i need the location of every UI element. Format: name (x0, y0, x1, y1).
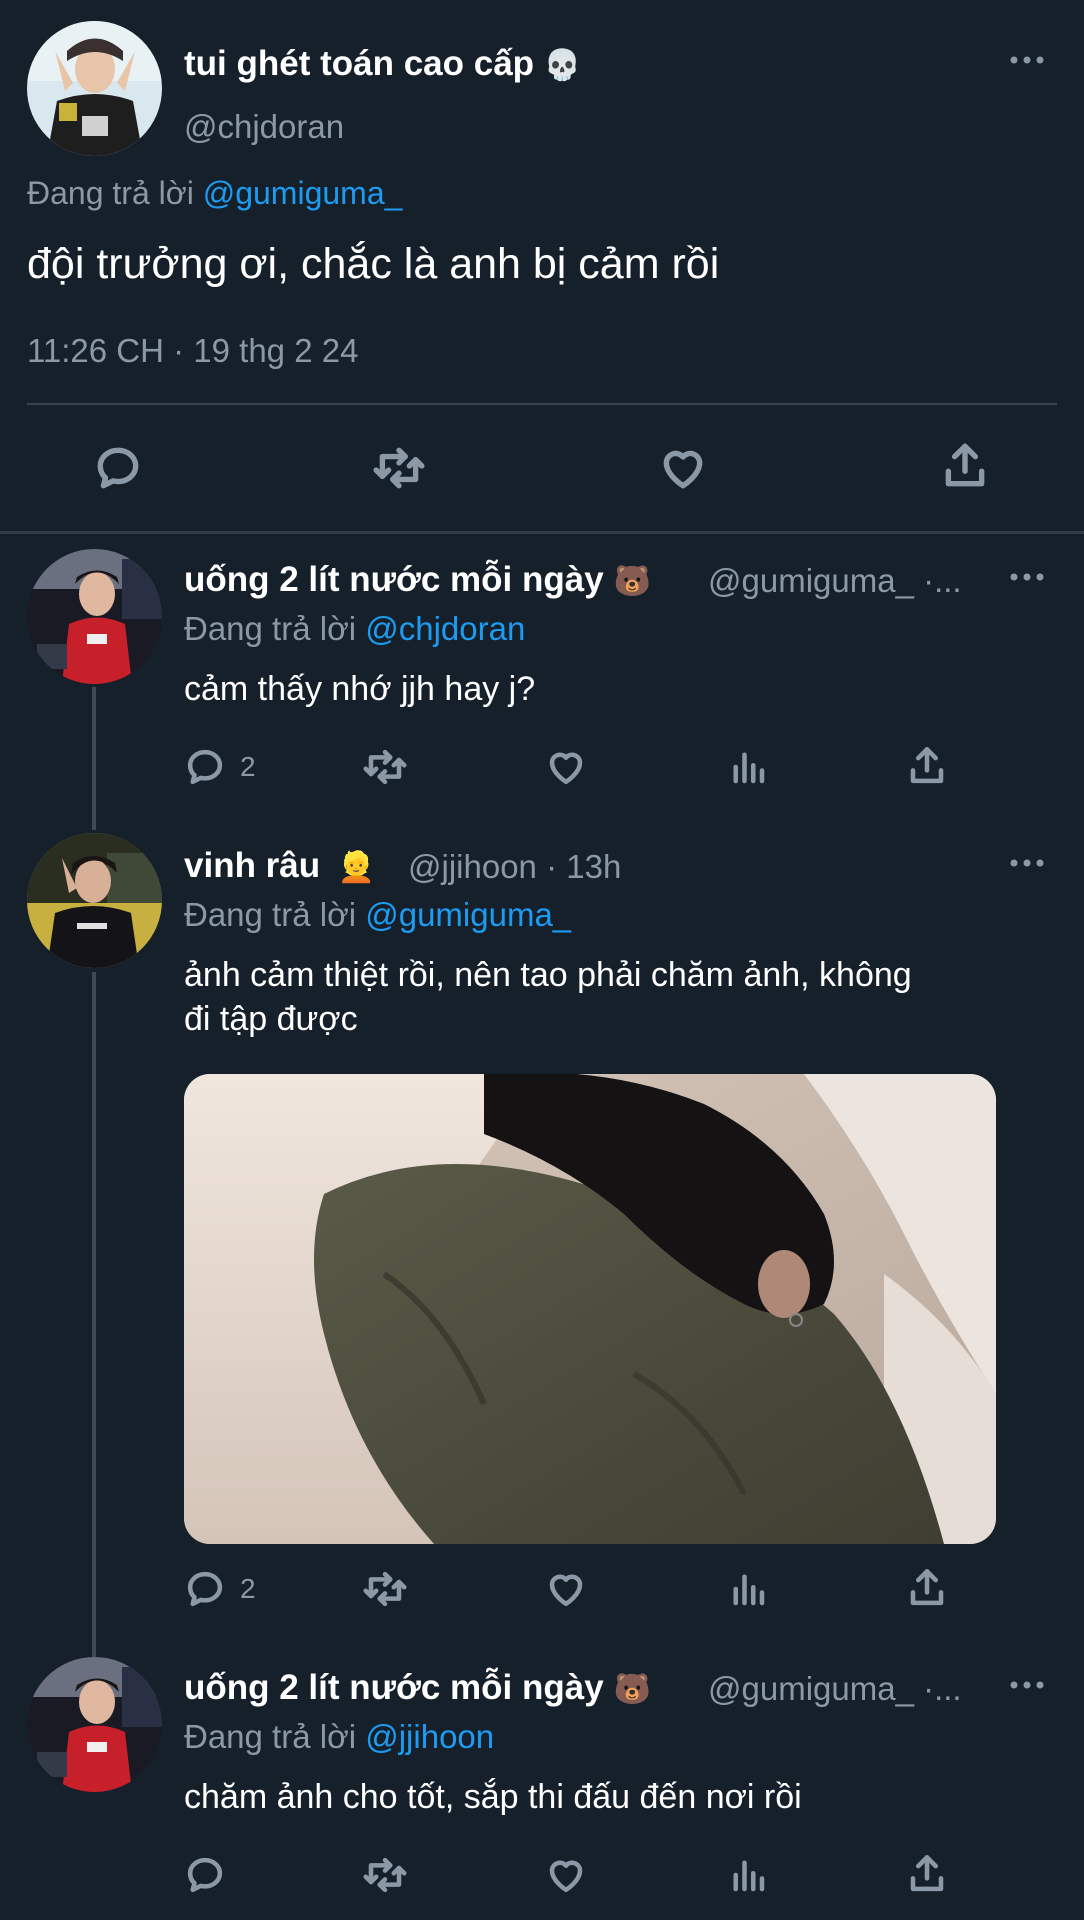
replying-prefix: Đang trả lời (184, 896, 366, 933)
author-handle[interactable]: @jjihoon · 13h (408, 848, 621, 886)
replying-to-link[interactable]: @gumiguma_ (365, 896, 571, 933)
replying-to: Đang trả lời @jjihoon (184, 1718, 494, 1756)
like-icon[interactable] (545, 1854, 587, 1896)
views-icon[interactable] (727, 1854, 769, 1896)
section-divider (0, 531, 1084, 534)
tweet-photo[interactable] (184, 1074, 996, 1544)
share-icon[interactable] (906, 1852, 948, 1896)
share-icon[interactable] (940, 440, 990, 492)
more-options-icon[interactable] (1010, 1680, 1044, 1690)
tweet-text-line: ảnh cảm thiệt rồi, nên tao phải chăm ảnh… (184, 956, 912, 994)
bear-emoji-icon: 🐻 (613, 1673, 651, 1706)
like-icon[interactable] (658, 443, 708, 493)
author-name-text: vinh râu (184, 846, 321, 885)
author-name-text: uống 2 lít nước mỗi ngày (184, 560, 604, 599)
avatar[interactable] (27, 549, 162, 684)
bear-emoji-icon: 🐻 (613, 565, 651, 598)
tweet-text: đội trưởng ơi, chắc là anh bị cảm rồi (27, 240, 720, 288)
views-icon[interactable] (727, 1568, 769, 1610)
reply-icon[interactable] (184, 746, 226, 788)
person-emoji-icon: 👱 (337, 851, 376, 884)
avatar[interactable] (27, 1657, 162, 1792)
author-name[interactable]: tui ghét toán cao cấp 💀 (184, 44, 581, 84)
retweet-icon[interactable] (362, 1568, 408, 1610)
avatar[interactable] (27, 833, 162, 968)
like-icon[interactable] (545, 1568, 587, 1610)
tweet-timestamp[interactable]: 11:26 CH · 19 thg 2 24 (27, 332, 358, 370)
replying-to-link[interactable]: @jjihoon (365, 1718, 494, 1755)
skull-emoji-icon: 💀 (543, 49, 582, 82)
author-handle[interactable]: @gumiguma_ ·... (708, 562, 962, 600)
reply-icon[interactable] (184, 1568, 226, 1610)
like-icon[interactable] (545, 746, 587, 788)
reply-count: 2 (240, 1573, 256, 1604)
share-icon[interactable] (906, 744, 948, 788)
reply-icon[interactable] (184, 1854, 226, 1896)
author-name[interactable]: uống 2 lít nước mỗi ngày 🐻 (184, 560, 651, 600)
thread-line (92, 972, 96, 1657)
tweet-text-line: đi tập được (184, 1000, 358, 1038)
avatar[interactable] (27, 21, 162, 156)
author-name[interactable]: vinh râu 👱 (184, 846, 375, 886)
replying-prefix: Đang trả lời (184, 1718, 366, 1755)
views-icon[interactable] (727, 746, 769, 788)
replying-prefix: Đang trả lời (184, 610, 366, 647)
reply-count: 2 (240, 751, 256, 782)
reply-icon[interactable] (93, 443, 143, 493)
author-name[interactable]: uống 2 lít nước mỗi ngày 🐻 (184, 1668, 651, 1708)
divider (27, 403, 1057, 405)
replying-to-link[interactable]: @chjdoran (365, 610, 525, 647)
more-options-icon[interactable] (1010, 572, 1044, 582)
tweet-text: chăm ảnh cho tốt, sắp thi đấu đến nơi rồ… (184, 1778, 802, 1816)
author-handle[interactable]: @gumiguma_ ·... (708, 1670, 962, 1708)
retweet-icon[interactable] (362, 746, 408, 788)
share-icon[interactable] (906, 1566, 948, 1610)
thread-line (92, 687, 96, 830)
more-options-icon[interactable] (1010, 55, 1044, 65)
replying-to: Đang trả lời @gumiguma_ (184, 896, 571, 934)
tweet-text: cảm thấy nhớ jjh hay j? (184, 670, 536, 708)
retweet-icon[interactable] (362, 1854, 408, 1896)
author-name-text: uống 2 lít nước mỗi ngày (184, 1668, 604, 1707)
replying-to: Đang trả lời @chjdoran (184, 610, 525, 648)
retweet-icon[interactable] (372, 443, 426, 493)
author-handle[interactable]: @chjdoran (184, 108, 344, 146)
replying-prefix: Đang trả lời (27, 175, 203, 211)
replying-to: Đang trả lời @gumiguma_ (27, 175, 402, 212)
author-name-text: tui ghét toán cao cấp (184, 44, 535, 83)
replying-to-link[interactable]: @gumiguma_ (203, 175, 403, 211)
more-options-icon[interactable] (1010, 858, 1044, 868)
